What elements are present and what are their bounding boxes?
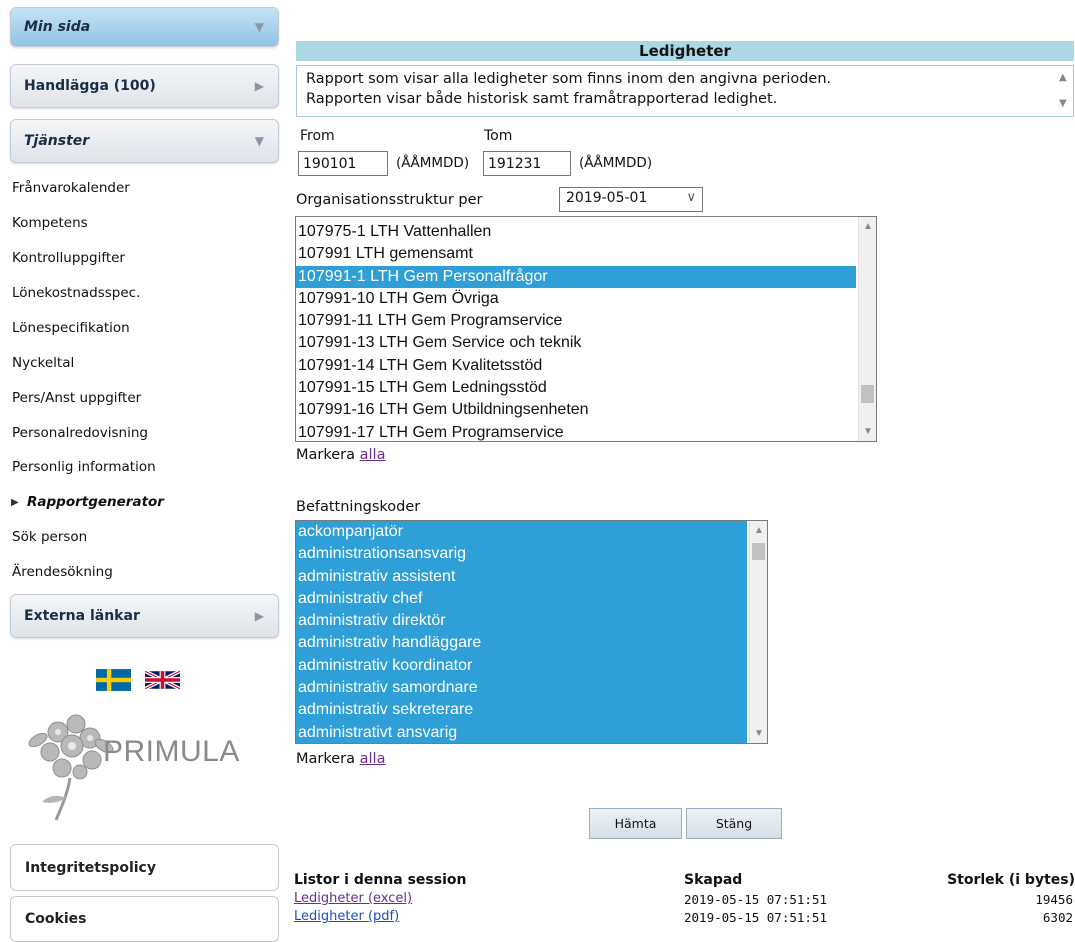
befattning-option[interactable]: administrativ sekreterare (296, 699, 747, 722)
scroll-down-icon[interactable]: ▼ (863, 426, 873, 437)
sidebar-item-rapportgenerator[interactable]: Rapportgenerator (27, 494, 164, 510)
org-unit-option[interactable]: 107991-1 LTH Gem Personalfrågor (296, 265, 856, 288)
chevron-right-icon: ▶ (254, 609, 264, 623)
scroll-up-icon[interactable]: ▲ (1059, 68, 1067, 88)
befattning-option[interactable]: ackompanjatör (296, 521, 747, 544)
description-line-2: Rapporten visar både historisk samt fram… (306, 91, 778, 107)
sidebar-item-personlig-information[interactable]: Personlig information (12, 459, 156, 475)
current-marker-icon: ▶ (11, 497, 19, 508)
sidebar-item-kompetens[interactable]: Kompetens (12, 215, 88, 231)
report-description: Rapport som visar alla ledigheter som fi… (296, 65, 1074, 117)
report-title: Ledigheter (296, 41, 1074, 61)
sidebar-item-arendesokning[interactable]: Ärendesökning (12, 564, 113, 580)
befattning-option[interactable]: administrativ samordnare (296, 677, 747, 700)
org-unit-option[interactable]: 107991-10 LTH Gem Övriga (296, 288, 856, 310)
sidebar-item-kontrolluppgifter[interactable]: Kontrolluppgifter (12, 250, 125, 266)
swedish-flag-icon[interactable] (96, 669, 131, 691)
col-header-size: Storlek (i bytes) (947, 872, 1075, 888)
tom-date-input[interactable] (483, 151, 571, 176)
scroll-up-icon[interactable]: ▲ (754, 525, 764, 536)
scroll-down-icon[interactable]: ▼ (1059, 94, 1067, 114)
uk-flag-icon[interactable] (145, 669, 180, 691)
sidebar-item-lonekostnadsspec[interactable]: Lönekostnadsspec. (12, 285, 140, 301)
session-file-pdf-link[interactable]: Ledigheter (pdf) (294, 909, 399, 924)
stang-button[interactable]: Stäng (686, 808, 782, 839)
from-label: From (300, 128, 335, 144)
markera-alla-bef: Markera alla (296, 751, 385, 767)
tom-format-hint: (ÅÅMMDD) (579, 155, 653, 171)
org-unit-option[interactable]: 107991 LTH gemensamt (296, 243, 856, 265)
scroll-up-icon[interactable]: ▲ (863, 221, 873, 232)
befattningskoder-label: Befattningskoder (296, 499, 421, 515)
org-unit-option[interactable]: 107991-17 LTH Gem Programservice (296, 422, 856, 441)
tom-label: Tom (484, 128, 513, 144)
org-unit-option[interactable]: 107991-15 LTH Gem Ledningsstöd (296, 377, 856, 399)
org-list-scrollbar[interactable]: ▲ ▼ (858, 217, 876, 441)
session-file-pdf-size: 6302 (1042, 910, 1073, 925)
scroll-thumb[interactable] (752, 543, 765, 560)
sidebar-item-lonespecifikation[interactable]: Lönespecifikation (12, 320, 130, 336)
hamta-button[interactable]: Hämta (589, 808, 682, 839)
cookies-button[interactable]: Cookies (10, 896, 279, 942)
session-file-excel-created: 2019-05-15 07:51:51 (684, 892, 827, 907)
bef-list-scrollbar[interactable]: ▲ ▼ (749, 521, 767, 743)
session-file-excel-size: 19456 (1035, 892, 1073, 907)
org-unit-option[interactable]: 107991-13 LTH Gem Service och teknik (296, 332, 856, 354)
description-line-1: Rapport som visar alla ledigheter som fi… (306, 71, 832, 87)
befattning-option[interactable]: administrativ assistent (296, 565, 747, 588)
befattning-option[interactable]: administrationsansvarig (296, 543, 747, 566)
session-file-pdf-created: 2019-05-15 07:51:51 (684, 910, 827, 925)
org-unit-option[interactable]: 107991-14 LTH Gem Kvalitetsstöd (296, 355, 856, 377)
col-header-created: Skapad (684, 872, 743, 888)
chevron-down-icon: ▼ (254, 134, 264, 148)
sidebar-item-pers-anst[interactable]: Pers/Anst uppgifter (12, 390, 141, 406)
sidebar-item-nyckeltal[interactable]: Nyckeltal (12, 355, 74, 371)
sidebar-item-sok-person[interactable]: Sök person (12, 529, 87, 545)
befattning-option[interactable]: administrativ chef (296, 587, 747, 611)
markera-label: Markera (296, 751, 356, 767)
session-file-excel-link[interactable]: Ledigheter (excel) (294, 891, 412, 906)
menu-tjanster[interactable]: Tjänster ▼ (10, 119, 279, 163)
select-all-bef-link[interactable]: alla (360, 751, 386, 767)
menu-handlagga[interactable]: Handlägga (100) ▶ (10, 64, 279, 108)
org-unit-option[interactable]: 107991-11 LTH Gem Programservice (296, 310, 856, 332)
befattning-option[interactable]: administrativ koordinator (296, 654, 747, 678)
org-unit-listbox[interactable]: 107975-1 LTH Vattenhallen 107991 LTH geme… (295, 216, 877, 442)
menu-externa-label: Externa länkar (24, 608, 140, 624)
menu-min-sida[interactable]: Min sida ▼ (10, 7, 279, 47)
org-unit-option[interactable]: 107975-1 LTH Vattenhallen (296, 221, 856, 243)
org-date-select[interactable]: 2019-05-01 ∨ (559, 187, 703, 212)
org-date-value: 2019-05-01 (566, 190, 648, 206)
befattning-listbox[interactable]: ackompanjatör administrationsansvarig admi… (295, 520, 768, 744)
col-header-lists: Listor i denna session (294, 872, 467, 888)
select-all-org-link[interactable]: alla (360, 447, 386, 463)
menu-handlagga-label: Handlägga (100) (24, 78, 156, 94)
markera-label: Markera (296, 447, 356, 463)
markera-alla-org: Markera alla (296, 447, 385, 463)
from-date-input[interactable] (298, 151, 388, 176)
menu-tjanster-label: Tjänster (24, 133, 90, 149)
befattning-option[interactable]: administrativt ansvarig (296, 721, 747, 743)
org-structure-label: Organisationsstruktur per (296, 192, 483, 208)
chevron-down-icon: ▼ (254, 20, 264, 34)
menu-externa-lankar[interactable]: Externa länkar ▶ (10, 594, 279, 638)
befattning-option[interactable]: administrativ handläggare (296, 632, 747, 655)
befattning-option[interactable]: administrativ direktör (296, 610, 747, 633)
menu-min-sida-label: Min sida (24, 19, 91, 35)
chevron-down-icon: ∨ (686, 190, 696, 205)
from-format-hint: (ÅÅMMDD) (396, 155, 470, 171)
primula-logo-text: PRIMULA (103, 735, 240, 768)
sidebar-item-personalredovisning[interactable]: Personalredovisning (12, 425, 148, 441)
chevron-right-icon: ▶ (254, 79, 264, 93)
org-unit-option[interactable]: 107991-16 LTH Gem Utbildningsenheten (296, 399, 856, 421)
sidebar-item-franvarokalender[interactable]: Frånvarokalender (12, 180, 130, 196)
scroll-thumb[interactable] (861, 385, 874, 403)
description-scrollbar[interactable]: ▲ ▼ (1055, 66, 1073, 116)
integritetspolicy-button[interactable]: Integritetspolicy (10, 844, 279, 891)
scroll-down-icon[interactable]: ▼ (754, 728, 764, 739)
